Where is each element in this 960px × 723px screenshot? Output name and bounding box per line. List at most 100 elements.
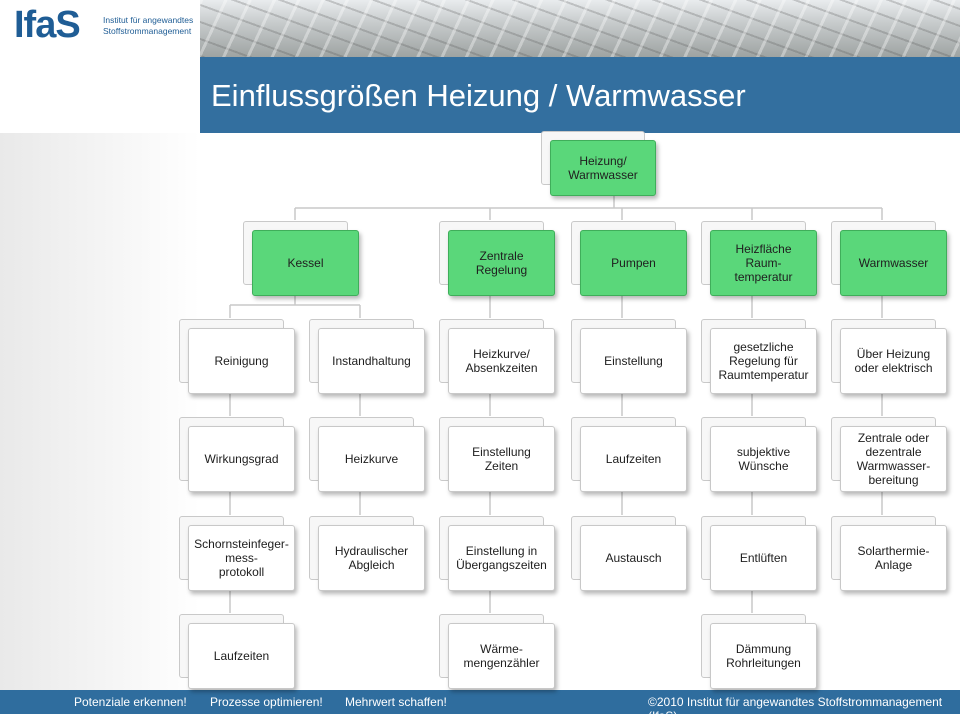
node-row3-1-backplate (179, 417, 284, 481)
node-row2-4-backplate (571, 319, 676, 383)
node-level1-3: Pumpen (571, 221, 687, 296)
node-row2-5-text: Raumtemperatur (718, 368, 809, 382)
node-row3-4-backplate (571, 417, 676, 481)
node-row2-5-text: Regelung für (729, 354, 798, 368)
node-row3-5: subjektive Wünsche (701, 417, 817, 492)
footer-slogan-2: Prozesse optimieren! (210, 695, 323, 709)
node-level1-4-text: Raum- (745, 256, 782, 270)
node-row4-3-label: Einstellung in Übergangszeiten (456, 544, 547, 572)
node-row5-3-label: Dämmung Rohrleitungen (726, 642, 801, 670)
node-row2-5: gesetzliche Regelung für Raumtemperatur (701, 319, 817, 394)
node-row4-3-text: Einstellung in (465, 544, 538, 558)
node-row2-5-label: gesetzliche Regelung für Raumtemperatur (718, 340, 808, 382)
node-row3-1-label: Wirkungsgrad (204, 452, 278, 466)
node-row4-2-text: Hydraulischer (334, 544, 409, 558)
node-row3-4-label: Laufzeiten (606, 452, 661, 466)
node-row5-1-backplate (179, 614, 284, 678)
node-row5-1: Laufzeiten (179, 614, 295, 689)
node-row3-2-text: Heizkurve (344, 452, 399, 466)
node-row4-1-text: protokoll (218, 565, 265, 579)
node-row2-5-text: gesetzliche (733, 340, 794, 354)
node-row4-6-label: Solarthermie- Anlage (857, 544, 929, 572)
node-row2-4: Einstellung (571, 319, 687, 394)
node-level1-4-label: Heizfläche Raum-temperatur (734, 242, 792, 284)
node-row3-6-text: dezentrale (865, 445, 922, 459)
node-row3-6: Zentrale oder dezentrale Warmwasser-bereit… (831, 417, 947, 492)
node-level1-1-backplate (243, 221, 348, 285)
node-level1-2-text: Regelung (475, 263, 528, 277)
node-row5-3: Dämmung Rohrleitungen (701, 614, 817, 689)
diagram: Heizung/Warmwasser Kessel Zentrale Regelung… (0, 0, 960, 690)
node-row3-6-text: Warmwasser- (856, 459, 931, 473)
node-row3-3-label: Einstellung Zeiten (472, 445, 531, 473)
node-level1-2-label: Zentrale Regelung (476, 249, 527, 277)
node-row2-6-text: Über Heizung (856, 347, 931, 361)
node-level1-4: Heizfläche Raum-temperatur (701, 221, 817, 296)
node-row3-5-label: subjektive Wünsche (737, 445, 790, 473)
node-row4-5-text: Entlüften (739, 551, 788, 565)
node-row4-1-text: mess- (225, 551, 258, 565)
node-row4-5-backplate (701, 516, 806, 580)
node-row5-2-text: Wärme- (480, 642, 523, 656)
node-level1-3-label: Pumpen (611, 256, 656, 270)
node-row4-2-text: Abgleich (348, 558, 395, 572)
node-row2-1-label: Reinigung (214, 354, 268, 368)
footer-slogan-3: Mehrwert schaffen! (345, 695, 447, 709)
footer: Potenziale erkennen! Prozesse optimieren… (0, 690, 960, 723)
node-row2-2-label: Instandhaltung (332, 354, 411, 368)
node-row4-4-label: Austausch (605, 551, 661, 565)
node-row4-4-text: Austausch (605, 551, 662, 565)
node-row2-6-text: oder elektrisch (854, 361, 933, 375)
node-level1-4-text: Heizfläche (735, 242, 792, 256)
node-level1-5-text: Warmwasser (858, 256, 929, 270)
node-row2-1-text: Reinigung (214, 354, 269, 368)
node-row2-4-label: Einstellung (604, 354, 663, 368)
node-row3-4: Laufzeiten (571, 417, 687, 492)
node-level1-1-text: Kessel (287, 256, 324, 270)
node-row2-2: Instandhaltung (309, 319, 425, 394)
node-row4-3-text: Übergangszeiten (456, 558, 547, 572)
node-row3-3: Einstellung Zeiten (439, 417, 555, 492)
node-row2-3-label: Heizkurve/Absenkzeiten (465, 347, 537, 375)
node-row3-6-text: bereitung (868, 473, 919, 487)
node-row4-6-text: Anlage (874, 558, 913, 572)
node-row3-5-text: subjektive (736, 445, 791, 459)
node-row2-4-text: Einstellung (604, 354, 663, 368)
node-row5-2-text: mengenzähler (463, 656, 540, 670)
node-row4-1-label: Schornsteinfeger-mess-protokoll (194, 537, 289, 579)
node-level1-5: Warmwasser (831, 221, 947, 296)
node-row3-3-text: Einstellung (472, 445, 531, 459)
node-row4-6: Solarthermie- Anlage (831, 516, 947, 591)
node-root-text: Warmwasser (568, 168, 638, 182)
node-row2-1: Reinigung (179, 319, 295, 394)
node-row5-3-text: Rohrleitungen (726, 656, 801, 670)
node-level1-3-text: Pumpen (611, 256, 656, 270)
node-row5-3-text: Dämmung (735, 642, 792, 656)
node-row4-6-text: Solarthermie- (857, 544, 930, 558)
node-level1-1: Kessel (243, 221, 359, 296)
node-level1-2: Zentrale Regelung (439, 221, 555, 296)
node-row2-3-text: Absenkzeiten (465, 361, 538, 375)
node-row5-1-label: Laufzeiten (214, 649, 269, 663)
node-row3-1-text: Wirkungsgrad (204, 452, 279, 466)
node-row2-6: Über Heizung oder elektrisch (831, 319, 947, 394)
node-row2-2-text: Instandhaltung (332, 354, 411, 368)
node-level1-5-label: Warmwasser (859, 256, 929, 270)
node-row3-5-text: Wünsche (738, 459, 789, 473)
node-row4-2-label: Hydraulischer Abgleich (335, 544, 408, 572)
node-level1-4-text: temperatur (734, 270, 793, 284)
node-row4-1: Schornsteinfeger-mess-protokoll (179, 516, 295, 591)
node-row4-1-text: Schornsteinfeger- (194, 537, 289, 551)
node-row3-2: Heizkurve (309, 417, 425, 492)
node-row5-2-label: Wärme-mengenzähler (463, 642, 539, 670)
node-row3-6-text: Zentrale oder (857, 431, 930, 445)
node-row2-3-text: Heizkurve/ (473, 347, 530, 361)
node-row3-2-label: Heizkurve (345, 452, 398, 466)
node-row4-3: Einstellung in Übergangszeiten (439, 516, 555, 591)
node-row3-6-label: Zentrale oder dezentrale Warmwasser-bereit… (857, 431, 931, 487)
node-root-label: Heizung/Warmwasser (568, 154, 638, 182)
node-row3-4-text: Laufzeiten (605, 452, 662, 466)
node-row4-5: Entlüften (701, 516, 817, 591)
node-row4-4: Austausch (571, 516, 687, 591)
node-root-text: Heizung/ (579, 154, 627, 168)
